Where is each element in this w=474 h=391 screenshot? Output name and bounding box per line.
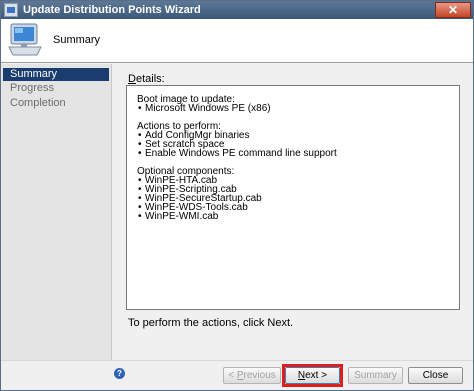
title-bar[interactable]: Update Distribution Points Wizard ✕ — [1, 1, 473, 19]
wizard-sidebar: Summary Progress Completion — [1, 64, 112, 360]
sidebar-item-progress[interactable]: Progress — [3, 82, 109, 95]
content-panel: Details: Boot image to update: Microsoft… — [113, 64, 473, 360]
previous-button[interactable]: < Previous — [223, 367, 281, 384]
computer-monitor-icon — [8, 23, 42, 56]
details-section-actions: Actions to perform: Add ConfigMgr binari… — [137, 122, 459, 159]
details-section-optional-components: Optional components: WinPE-HTA.cab WinPE… — [137, 167, 459, 222]
window-title: Update Distribution Points Wizard — [23, 4, 201, 16]
help-icon[interactable]: ? — [114, 368, 125, 379]
instruction-text: To perform the actions, click Next. — [128, 317, 294, 329]
list-item: Enable Windows PE command line support — [137, 149, 459, 159]
page-title: Summary — [53, 34, 101, 46]
summary-button[interactable]: Summary — [348, 367, 403, 384]
button-bar: ? < Previous Next > Summary Close — [1, 360, 473, 390]
details-section-boot-image: Boot image to update: Microsoft Windows … — [137, 95, 459, 114]
wizard-window: Update Distribution Points Wizard ✕ Summ… — [0, 0, 474, 391]
sidebar-item-summary[interactable]: Summary — [3, 68, 109, 81]
app-icon — [4, 3, 18, 17]
close-button[interactable]: Close — [408, 367, 463, 384]
list-item: WinPE-WMI.cab — [137, 212, 459, 222]
wizard-header: Summary — [1, 19, 473, 63]
window-close-button[interactable]: ✕ — [435, 2, 471, 18]
details-label: Details: — [128, 73, 165, 85]
details-text-box[interactable]: Boot image to update: Microsoft Windows … — [126, 85, 460, 310]
list-item: Microsoft Windows PE (x86) — [137, 104, 459, 114]
next-button[interactable]: Next > — [285, 367, 340, 384]
sidebar-item-completion[interactable]: Completion — [3, 97, 109, 110]
